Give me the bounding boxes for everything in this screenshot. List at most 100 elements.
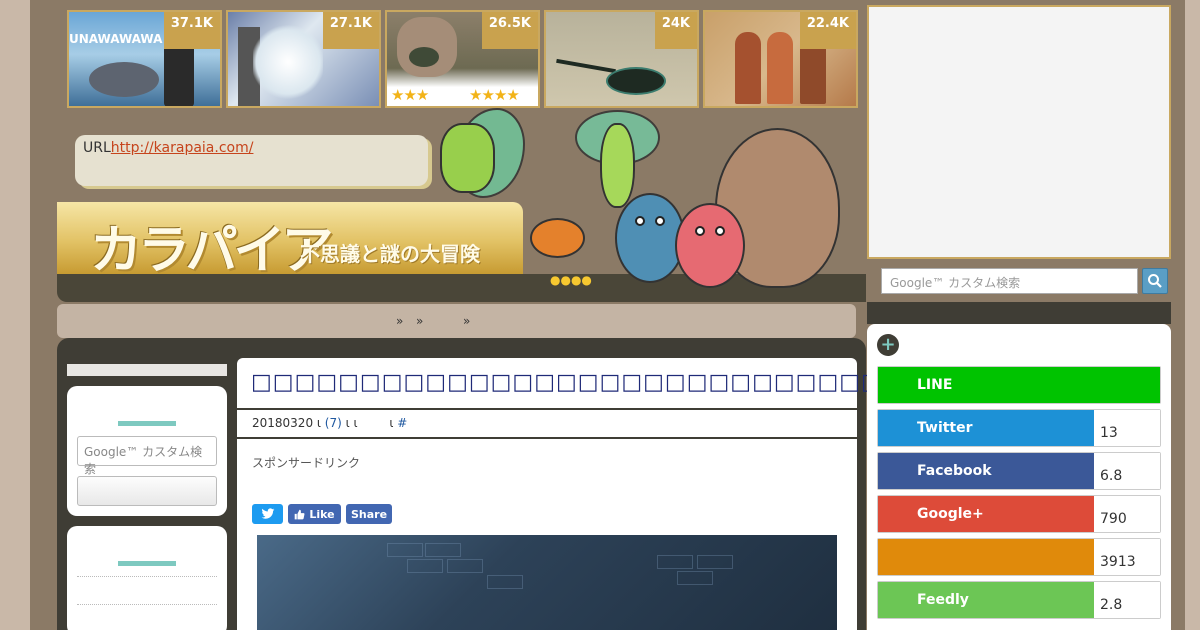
sidebar-search-widget: Google™ カスタム検索 — [67, 386, 227, 516]
thumbnail-3[interactable]: ★★★ ★★★★ 26.5K — [385, 10, 540, 108]
site-logo: カラパイア — [90, 220, 333, 281]
brick-texture — [447, 559, 483, 573]
share-row-googleplus[interactable]: Google+ 790 — [877, 495, 1161, 533]
share-row-hatena[interactable]: 3913 — [877, 538, 1161, 576]
tadpole-shape — [606, 67, 666, 95]
share-label-facebook: Facebook — [878, 453, 1094, 489]
article-date: 20180320 — [252, 416, 314, 430]
list-divider — [77, 604, 217, 605]
sidebar-search-input[interactable]: Google™ カスタム検索 — [77, 436, 217, 476]
view-count-badge: 24K — [654, 12, 697, 49]
twitter-icon — [261, 508, 274, 519]
share-panel: + LINE Twitter 13 Facebook 6.8 Google+ 7… — [867, 324, 1171, 630]
thumbnail-1[interactable]: UNAWAWAWA 37.1K — [67, 10, 222, 108]
search-icon — [1148, 274, 1162, 288]
meta-separator: ι ι — [345, 416, 358, 430]
share-count-feedly: 2.8 — [1094, 582, 1160, 618]
eye-shape — [695, 226, 705, 236]
share-row-facebook[interactable]: Facebook 6.8 — [877, 452, 1161, 490]
orange-creature-character — [530, 218, 585, 258]
site-url-link[interactable]: http://karapaia.com/ — [111, 140, 254, 156]
brick-texture — [487, 575, 523, 589]
search-button[interactable] — [1142, 268, 1168, 294]
right-sidebar-band — [867, 302, 1171, 324]
popular-thumbnails: UNAWAWAWA 37.1K 27.1K ★★★ ★★★★ 26.5K 24K… — [67, 10, 858, 108]
share-label-line: LINE — [878, 367, 1160, 403]
thumbnail-5[interactable]: 22.4K — [703, 10, 858, 108]
small-creatures-icon: ●●●● — [550, 273, 592, 287]
site-url-box: URLhttp://karapaia.com/ — [75, 135, 428, 186]
widget-heading-bar — [118, 561, 176, 566]
butterfly-character — [440, 123, 495, 193]
brick-texture — [425, 543, 461, 557]
widget-heading-bar — [118, 421, 176, 426]
share-count-facebook: 6.8 — [1094, 453, 1160, 489]
article-meta: 20180320 ι (7) ι ι ι # — [252, 416, 407, 430]
sidebar-search-button[interactable] — [77, 476, 217, 506]
share-count-hatena: 3913 — [1094, 539, 1160, 575]
ad-banner[interactable] — [867, 5, 1171, 259]
share-label-feedly: Feedly — [878, 582, 1094, 618]
search-input[interactable]: Google™ カスタム検索 — [881, 268, 1138, 294]
meta-separator: ι — [316, 416, 321, 430]
thumbnail-4[interactable]: 24K — [544, 10, 699, 108]
eye-shape — [715, 226, 725, 236]
breadcrumb-separator: » — [396, 314, 404, 328]
dolphin-shape — [89, 62, 159, 97]
share-count-twitter: 13 — [1094, 410, 1160, 446]
article: □□□□□□□□□□□□□□□□□□□□□□□□□□□□□□□□□□□□□□□□… — [237, 358, 1121, 630]
view-count-badge: 27.1K — [322, 12, 379, 49]
turtle-shape — [409, 47, 439, 67]
comment-count-link[interactable]: (7) — [325, 416, 342, 430]
wave-shape — [253, 22, 323, 102]
url-label: URL — [83, 140, 111, 156]
sponsor-link-label: スポンサードリンク — [252, 456, 361, 470]
share-label-twitter: Twitter — [878, 410, 1094, 446]
share-row-feedly[interactable]: Feedly 2.8 — [877, 581, 1161, 619]
brick-texture — [697, 555, 733, 569]
brick-texture — [657, 555, 693, 569]
eye-shape — [635, 216, 645, 226]
thumbnail-2[interactable]: 27.1K — [226, 10, 381, 108]
eye-shape — [655, 216, 665, 226]
tag-link[interactable]: # — [397, 416, 407, 430]
figure-shape — [735, 32, 761, 104]
share-label-googleplus: Google+ — [878, 496, 1094, 532]
share-label: Share — [350, 507, 388, 521]
view-count-badge: 26.5K — [481, 12, 538, 49]
brick-texture — [387, 543, 423, 557]
pink-bird-character — [675, 203, 745, 288]
share-row-twitter[interactable]: Twitter 13 — [877, 409, 1161, 447]
facebook-like-button[interactable]: Like — [288, 504, 341, 524]
brick-texture — [407, 559, 443, 573]
article-share-buttons: Like Share — [252, 504, 392, 524]
share-label-hatena — [878, 539, 1094, 575]
figure-shape — [767, 32, 793, 104]
share-row-line[interactable]: LINE — [877, 366, 1161, 404]
list-divider — [77, 576, 217, 577]
star-rating-icon: ★★★ — [391, 86, 429, 104]
sidebar-list-widget — [67, 526, 227, 630]
tweet-button[interactable] — [252, 504, 283, 524]
star-rating-icon: ★★★★ — [469, 86, 520, 104]
brick-texture — [677, 571, 713, 585]
butterfly-character — [600, 123, 635, 208]
like-label: Like — [309, 507, 335, 521]
share-count-googleplus: 790 — [1094, 496, 1160, 532]
mascot-illustration: ●●●● — [410, 108, 850, 298]
breadcrumb-separator: » — [416, 314, 424, 328]
view-count-badge: 37.1K — [163, 12, 220, 49]
divider — [237, 408, 857, 410]
meta-separator: ι — [389, 416, 394, 430]
tadpole-tail-shape — [556, 58, 616, 74]
plus-icon[interactable]: + — [877, 334, 899, 356]
facebook-share-button[interactable]: Share — [346, 504, 392, 524]
view-count-badge: 22.4K — [799, 12, 856, 49]
breadcrumb: » » » — [57, 304, 856, 338]
thumbs-up-icon — [295, 509, 305, 519]
left-sidebar-header — [67, 364, 227, 376]
thumbnail-text: UNAWAWAWA — [69, 32, 163, 46]
breadcrumb-separator: » — [463, 314, 471, 328]
divider — [237, 437, 857, 439]
article-hero-image[interactable] — [257, 535, 837, 630]
